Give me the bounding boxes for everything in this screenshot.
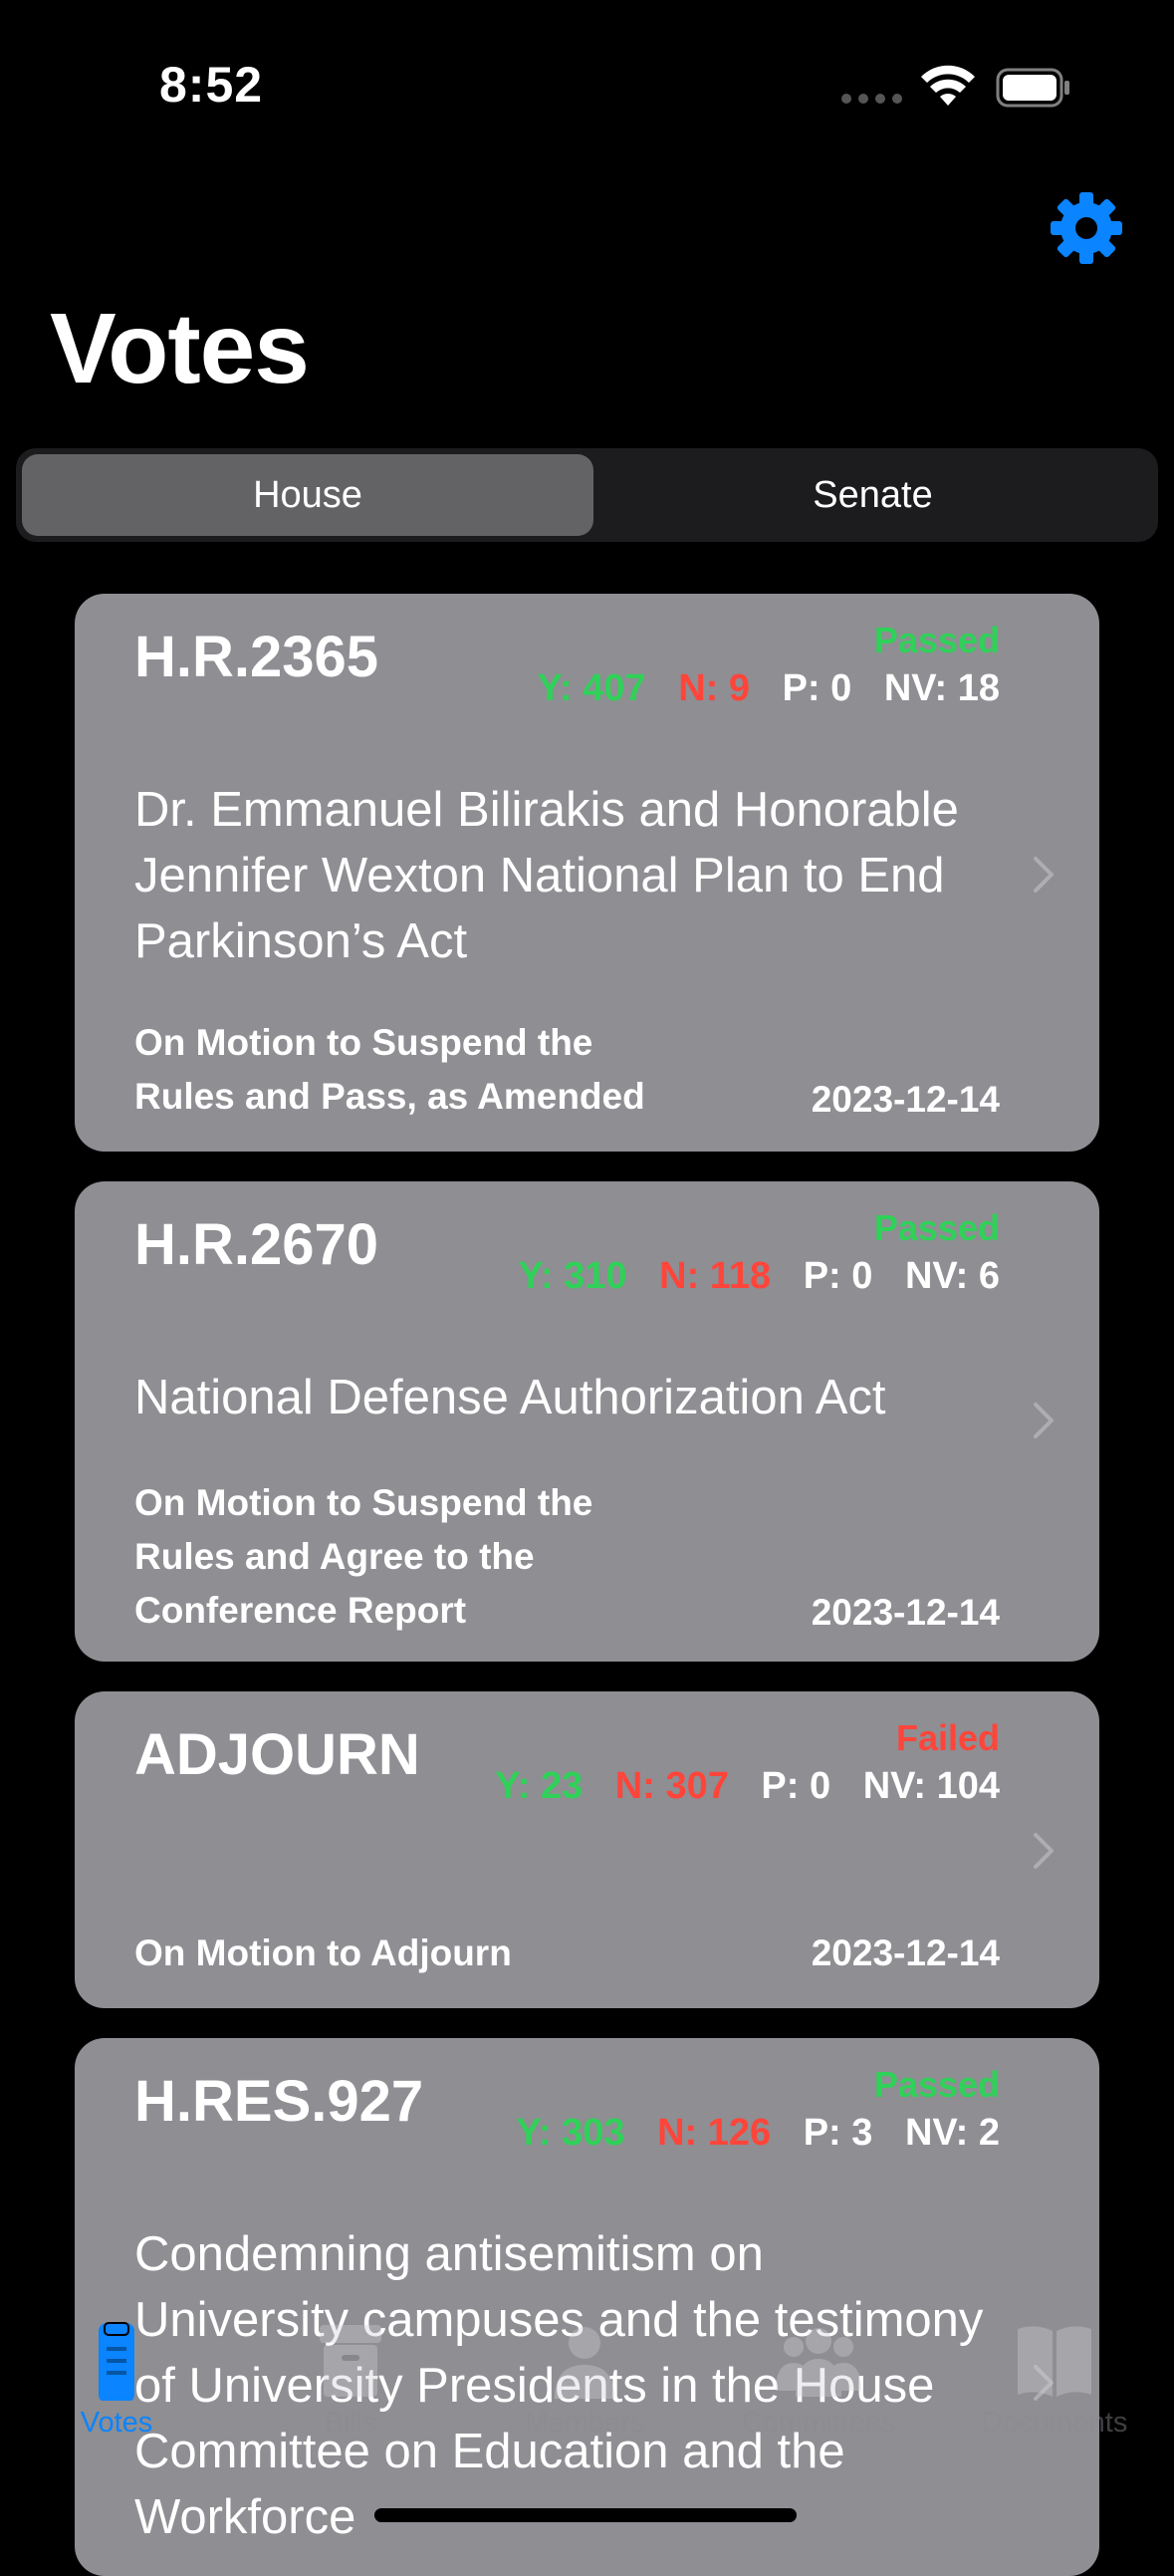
bill-number: ADJOURN [134,1722,420,1787]
bill-number: H.R.2670 [134,1212,379,1277]
vote-card[interactable]: ADJOURN Failed Y: 23 N: 307 P: 0 NV: 104… [75,1691,1099,2008]
person-icon [555,2327,614,2399]
clipboard-icon [99,2322,134,2401]
bill-number: H.R.2365 [134,625,379,689]
present-count: P: 3 [803,2112,873,2154]
not-voting-count: NV: 6 [904,1255,1000,1297]
present-count: P: 0 [782,667,852,709]
home-indicator [374,2508,797,2522]
vote-tally: Y: 310 N: 118 P: 0 NV: 6 [496,1255,1000,1298]
tab-label: Committees [741,2407,896,2439]
present-count: P: 0 [761,1765,831,1807]
no-count: N: 9 [678,667,750,709]
not-voting-count: NV: 104 [862,1765,1000,1807]
gear-icon[interactable] [1050,191,1123,265]
tab-committees[interactable]: Committees [709,2321,928,2450]
not-voting-count: NV: 2 [904,2112,1000,2154]
segment-house[interactable]: House [22,454,593,536]
wifi-icon [921,65,975,106]
archive-box-icon [320,2325,381,2397]
yes-count: Y: 23 [495,1765,584,1807]
chevron-right-icon [1034,857,1054,893]
bill-description: National Defense Authorization Act [134,1371,886,1424]
not-voting-count: NV: 18 [883,667,1000,709]
tab-label: Members [524,2407,645,2439]
no-count: N: 118 [659,1255,772,1297]
tab-votes[interactable]: Votes [7,2321,226,2450]
status-bar: 8:52 [0,0,1174,169]
vote-result: Passed [873,2064,1000,2105]
vote-date: 2023-12-14 [811,1932,1000,1973]
tab-label: Documents [981,2407,1128,2439]
battery-icon [996,68,1069,108]
tab-label: Bills [324,2407,377,2439]
tab-bills[interactable]: Bills [241,2321,460,2450]
bill-number: H.RES.927 [134,2069,424,2134]
yes-count: Y: 407 [537,667,646,709]
vote-question: On Motion to Adjourn [134,1932,512,1973]
chamber-segmented-control: House Senate [16,448,1158,542]
vote-date: 2023-12-14 [811,1079,1000,1120]
segment-senate[interactable]: Senate [593,454,1152,536]
vote-card[interactable]: H.R.2365 Passed Y: 407 N: 9 P: 0 NV: 18 … [75,594,1099,1152]
status-time: 8:52 [159,57,264,113]
tab-label: Votes [80,2407,153,2439]
vote-tally: Y: 407 N: 9 P: 0 NV: 18 [516,667,1001,710]
vote-result: Passed [873,1207,1000,1248]
no-count: N: 307 [614,1765,729,1807]
vote-question: On Motion to Suspend the Rules and Agree… [134,1482,593,1631]
chevron-right-icon [1034,1833,1054,1869]
present-count: P: 0 [803,1255,873,1297]
vote-result: Failed [895,1717,1000,1758]
chevron-right-icon [1034,1403,1054,1438]
tab-documents[interactable]: Documents [945,2321,1164,2450]
tab-members[interactable]: Members [475,2321,694,2450]
vote-question: On Motion to Suspend the Rules and Pass,… [134,1022,645,1117]
yes-count: Y: 310 [518,1255,627,1297]
yes-count: Y: 303 [516,2112,625,2154]
vote-tally: Y: 303 N: 126 P: 3 NV: 2 [494,2112,1000,2155]
page-title: Votes [50,293,310,404]
bill-description: Dr. Emmanuel Bilirakis and Honorable Jen… [134,783,959,968]
no-count: N: 126 [657,2112,772,2154]
cellular-signal-icon [841,94,903,106]
vote-date: 2023-12-14 [811,1592,1000,1633]
book-icon [1018,2326,1091,2397]
people-group-icon [776,2328,861,2397]
vote-tally: Y: 23 N: 307 P: 0 NV: 104 [473,1765,1000,1808]
vote-result: Passed [873,620,1000,660]
vote-card[interactable]: H.R.2670 Passed Y: 310 N: 118 P: 0 NV: 6… [75,1181,1099,1662]
